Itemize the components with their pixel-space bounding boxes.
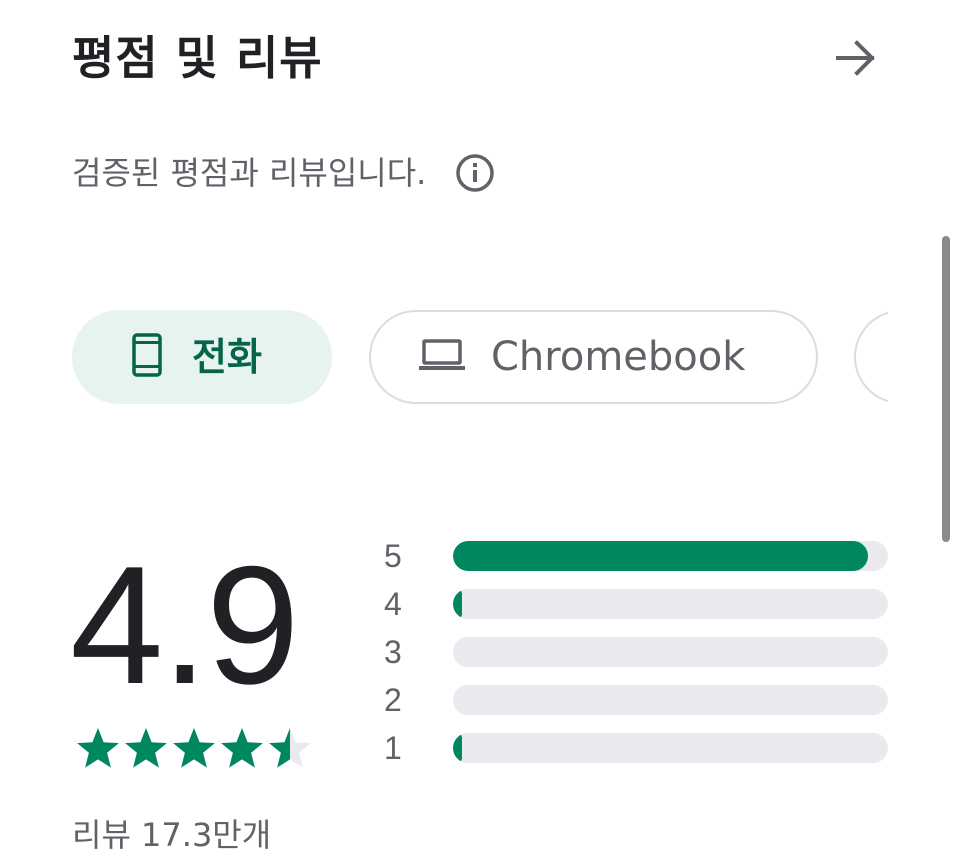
star-full-icon [125, 728, 167, 768]
section-title: 평점 및 리뷰 [72, 31, 323, 85]
device-filter-chips: 전화 Chromebook [72, 310, 888, 408]
rating-bar-row-4: 4 [384, 580, 888, 628]
rating-bar-row-5: 5 [384, 532, 888, 580]
rating-bar-row-2: 2 [384, 676, 888, 724]
star-full-icon [221, 728, 263, 768]
rating-bar-label: 1 [384, 730, 402, 766]
average-rating: 4.9 [70, 531, 300, 719]
rating-bar-track [453, 733, 888, 763]
ratings-header: 평점 및 리뷰 [72, 24, 880, 94]
chip-more[interactable] [854, 310, 888, 404]
rating-bar-track [453, 589, 888, 619]
rating-bar-label: 5 [384, 538, 402, 574]
rating-bar-track [453, 685, 888, 715]
chip-chromebook-label: Chromebook [491, 334, 746, 380]
star-rating [76, 726, 312, 770]
rating-bar-fill [453, 589, 462, 619]
star-full-icon [77, 728, 119, 768]
scrollbar[interactable] [942, 236, 950, 542]
rating-bar-fill [453, 541, 869, 571]
star-half-icon [269, 728, 311, 768]
star-full-icon [173, 728, 215, 768]
rating-bar-label: 4 [384, 586, 402, 622]
rating-bar-track [453, 541, 888, 571]
laptop-icon [419, 338, 465, 376]
phone-icon [132, 333, 162, 381]
arrow-right-icon[interactable] [832, 34, 880, 82]
rating-bar-row-3: 3 [384, 628, 888, 676]
chip-phone-label: 전화 [192, 335, 262, 379]
chip-chromebook[interactable]: Chromebook [369, 310, 818, 404]
rating-bar-row-1: 1 [384, 724, 888, 772]
review-count: 리뷰 17.3만개 [72, 816, 272, 854]
verified-text: 검증된 평점과 리뷰입니다. [72, 154, 427, 192]
rating-bar-label: 3 [384, 634, 402, 670]
info-icon[interactable] [454, 152, 496, 194]
verified-note: 검증된 평점과 리뷰입니다. [72, 150, 496, 196]
chip-phone[interactable]: 전화 [72, 310, 332, 404]
rating-bar-label: 2 [384, 682, 402, 718]
rating-bar-track [453, 637, 888, 667]
rating-bar-fill [453, 733, 462, 763]
